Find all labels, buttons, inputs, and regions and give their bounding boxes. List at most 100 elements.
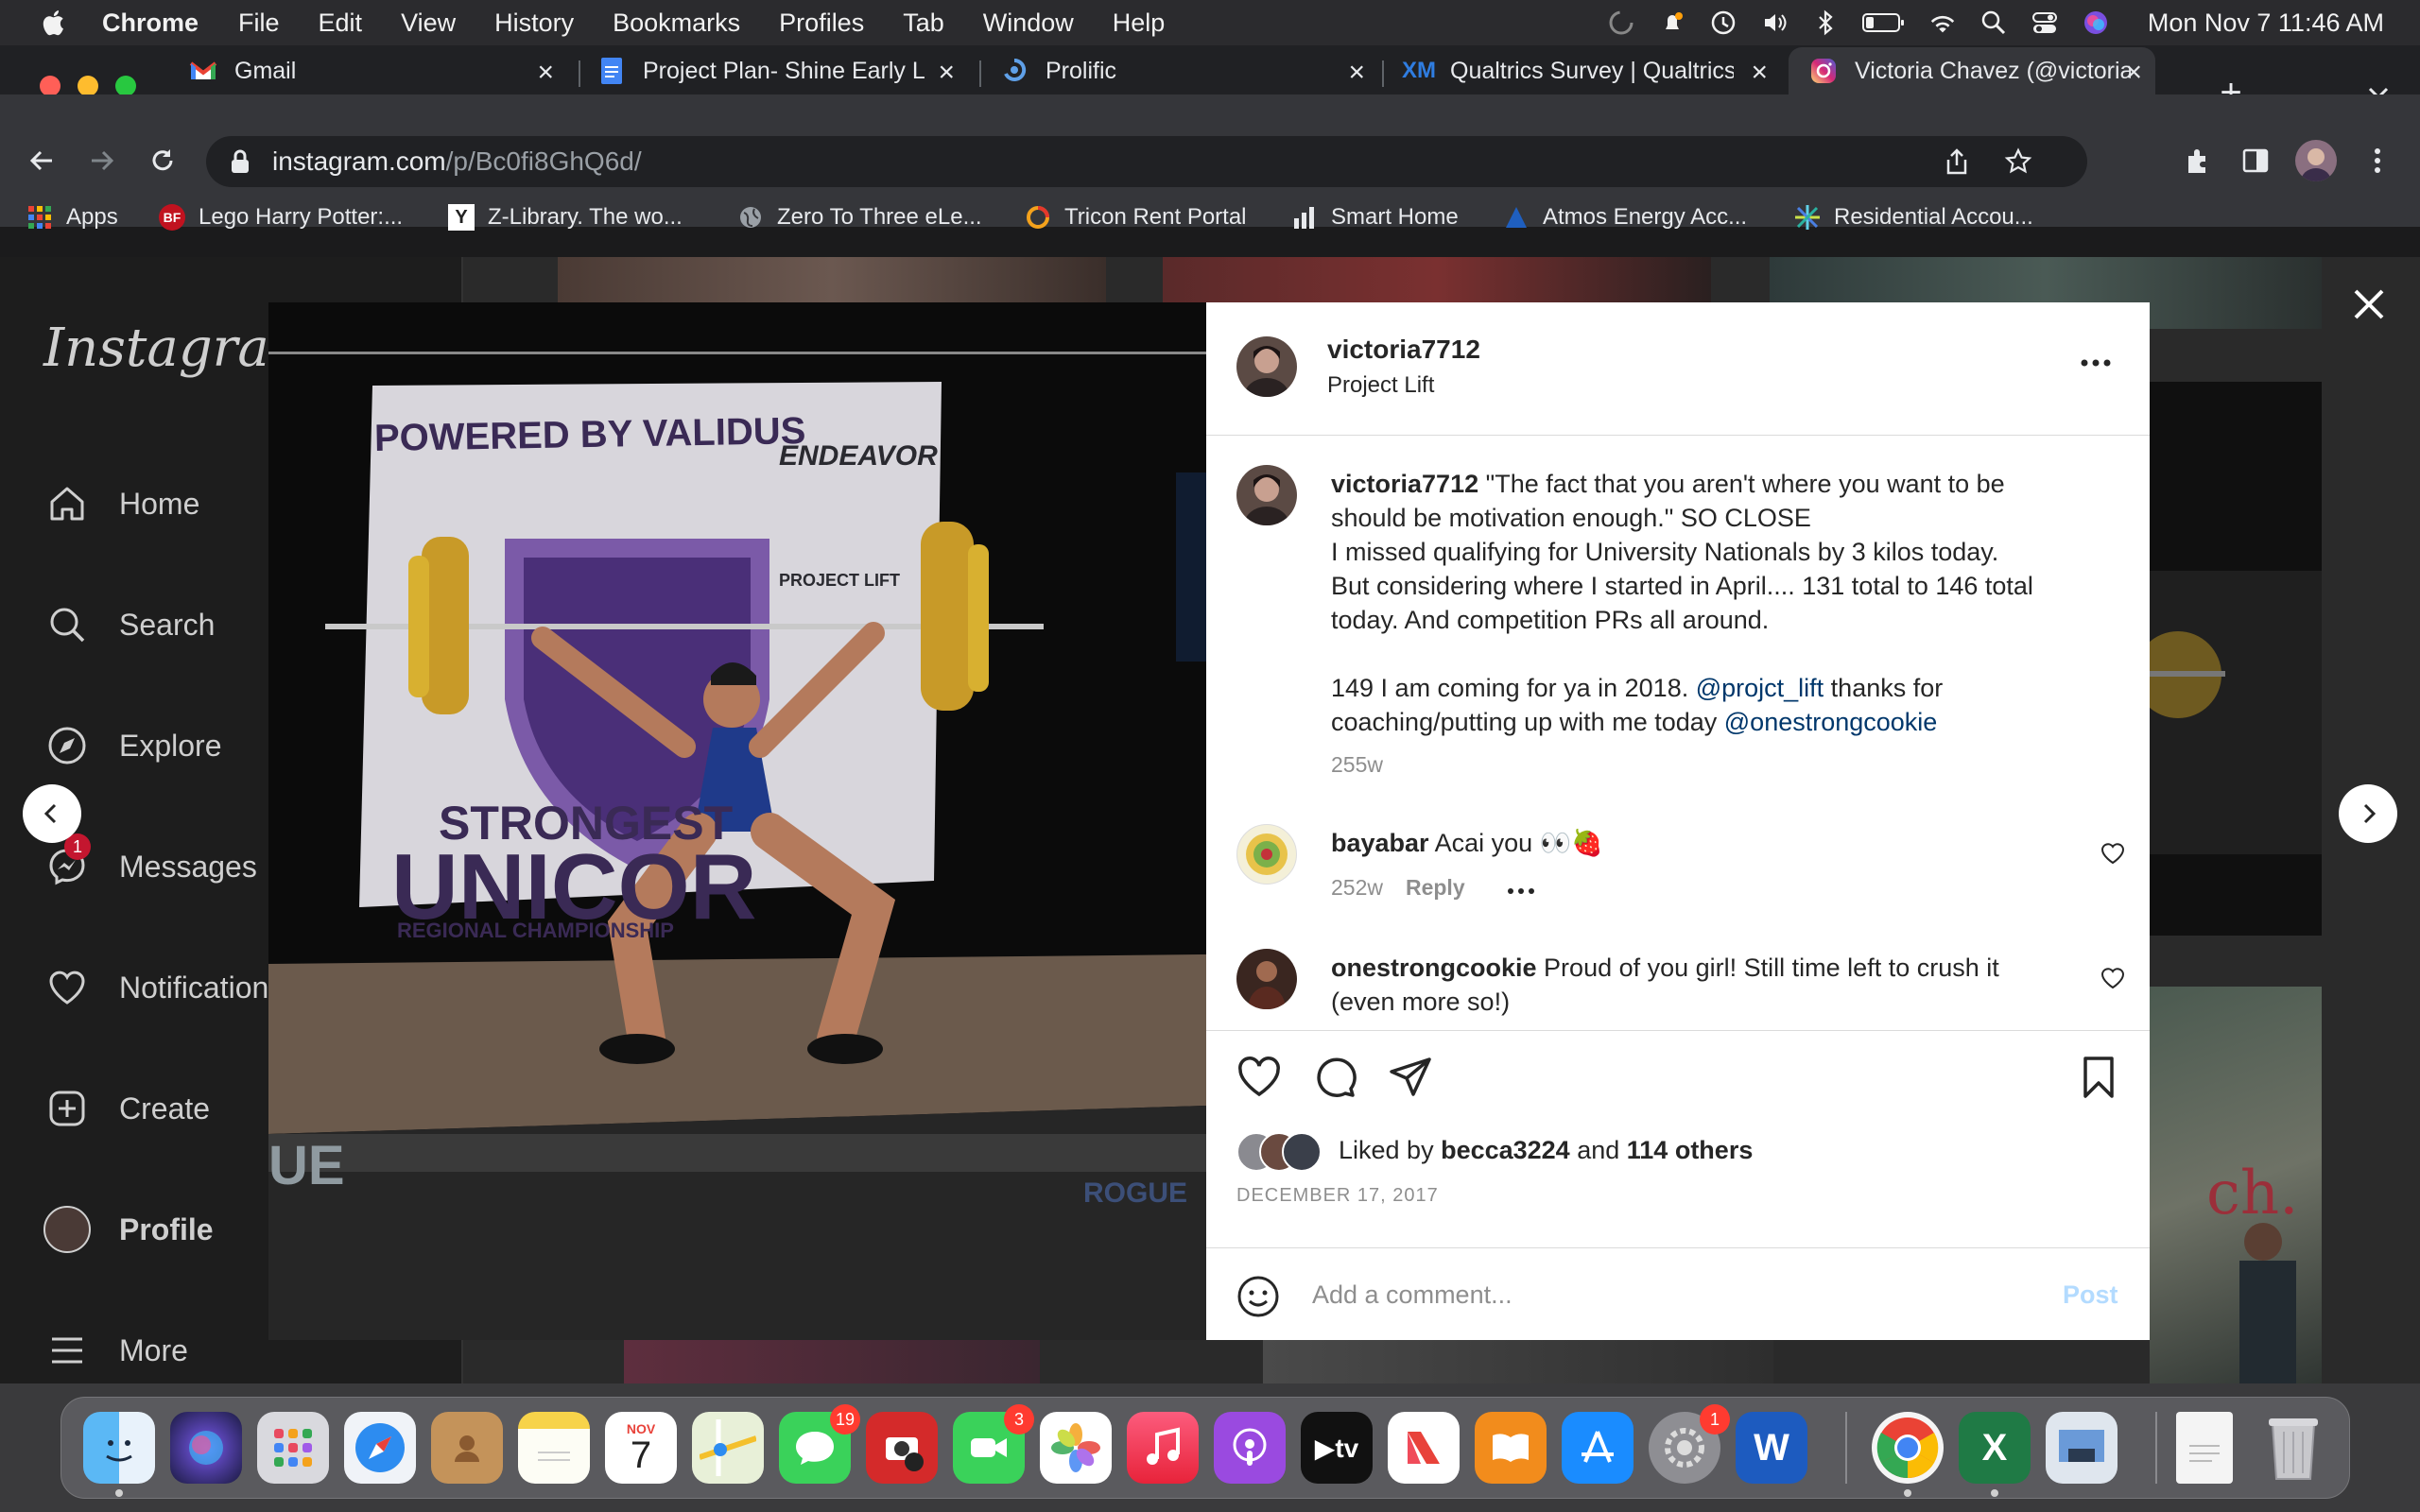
bookmark-star-icon[interactable] [2004,147,2032,176]
lock-icon[interactable] [229,148,251,175]
menu-file[interactable]: File [238,9,280,38]
menu-tab[interactable]: Tab [903,9,944,38]
bookmark-tricon[interactable]: Tricon Rent Portal [1025,204,1247,231]
nav-search[interactable]: Search [43,601,215,648]
comment-age[interactable]: 252w [1331,875,1383,901]
post-author-username[interactable]: victoria7712 [1327,335,1480,365]
menu-help[interactable]: Help [1113,9,1166,38]
comment-bubble-icon[interactable] [1312,1055,1357,1100]
tab-qualtrics[interactable]: XM Qualtrics Survey | Qualtrics × [1402,47,1781,94]
tab-close-icon[interactable]: × [537,57,554,89]
spotlight-icon[interactable] [1979,9,2008,37]
background-photo[interactable] [1263,1340,1773,1383]
post-location[interactable]: Project Lift [1327,372,1434,399]
reply-button[interactable]: Reply [1406,875,1465,901]
more-options-icon[interactable] [2080,355,2112,372]
background-photo[interactable] [624,1340,1040,1383]
commenter-avatar-bayabar[interactable] [1236,824,1297,885]
back-icon[interactable] [23,142,60,180]
comment-username[interactable]: onestrongcookie [1331,954,1537,982]
apple-tv-icon[interactable]: ▶tv [1301,1412,1373,1484]
post-comment-button[interactable]: Post [2063,1280,2118,1310]
control-center-icon[interactable] [2031,9,2059,37]
comment-options-icon[interactable] [1507,875,1535,901]
siri-icon[interactable] [2082,9,2110,37]
post-photo[interactable]: POWERED BY VALIDUS ENDEAVOR PROJECT LIFT… [268,302,1206,1340]
background-photo[interactable]: ch. [2150,987,2322,1383]
tab-instagram-active[interactable]: Victoria Chavez (@victoria × [1789,47,2155,94]
window-zoom-button[interactable] [115,76,136,96]
microsoft-excel-icon[interactable]: X [1959,1412,2031,1484]
nav-home[interactable]: Home [43,480,199,527]
extensions-icon[interactable] [2178,142,2216,180]
nav-explore[interactable]: Explore [43,722,222,769]
photos-icon[interactable] [1040,1412,1112,1484]
comment-input[interactable]: Add a comment... [1312,1280,1512,1310]
caption-author-avatar[interactable] [1236,465,1297,525]
nav-create[interactable]: Create [43,1085,210,1132]
safari-icon[interactable] [344,1412,416,1484]
tab-close-icon[interactable]: × [938,57,955,89]
next-post-button[interactable] [2339,784,2397,843]
chrome-dock-icon[interactable] [1872,1412,1944,1484]
bookmark-atmos-energy[interactable]: Atmos Energy Acc... [1503,204,1747,231]
trash-icon[interactable] [2257,1412,2329,1484]
menubar-clock[interactable]: Mon Nov 7 11:46 AM [2148,9,2384,38]
tab-prolific[interactable]: Prolific × [1000,47,1378,94]
background-photo[interactable] [2135,382,2322,936]
battery-icon[interactable] [1861,9,1906,37]
reload-icon[interactable] [144,142,182,180]
finder-icon[interactable] [83,1412,155,1484]
nav-notifications[interactable]: Notifications [43,964,284,1011]
launchpad-icon[interactable] [257,1412,329,1484]
app-store-icon[interactable] [1562,1412,1634,1484]
bluetooth-icon[interactable] [1811,9,1840,37]
bookmark-residential-account[interactable]: Residential Accou... [1794,204,2033,231]
bookmark-zlibrary[interactable]: Y Z-Library. The wo... [448,204,683,231]
contacts-icon[interactable] [431,1412,503,1484]
previous-post-button[interactable] [23,784,81,843]
menu-history[interactable]: History [494,9,574,38]
podcasts-icon[interactable] [1214,1412,1286,1484]
commenter-avatar-onestrongcookie[interactable] [1236,949,1297,1009]
caption-username[interactable]: victoria7712 [1331,470,1478,498]
preview-icon[interactable] [2046,1412,2118,1484]
side-panel-icon[interactable] [2237,142,2274,180]
like-comment-heart-icon[interactable] [2100,966,2125,990]
window-minimize-button[interactable] [78,76,98,96]
like-comment-heart-icon[interactable] [2100,841,2125,866]
wifi-icon[interactable] [1928,9,1957,37]
background-photo[interactable] [1163,257,1711,302]
address-bar[interactable]: instagram.com/p/Bc0fi8GhQ6d/ [206,136,2087,187]
calendar-icon[interactable]: NOV 7 [605,1412,677,1484]
like-heart-icon[interactable] [1236,1055,1282,1100]
notification-status-icon[interactable] [1658,9,1686,37]
window-close-button[interactable] [40,76,60,96]
share-icon[interactable] [1944,147,1970,176]
tab-close-icon[interactable]: × [1348,57,1365,89]
bookmark-apps[interactable]: Apps [26,204,118,231]
likes-others-link[interactable]: 114 others [1627,1136,1754,1164]
mention-link-onestrongcookie[interactable]: @onestrongcookie [1724,708,1938,736]
nav-profile[interactable]: Profile [43,1206,214,1253]
bookmark-lego-harry-potter[interactable]: BF Lego Harry Potter:... [159,204,403,231]
chrome-profile-avatar[interactable] [2295,140,2337,181]
menu-window[interactable]: Window [983,9,1074,38]
notes-icon[interactable] [518,1412,590,1484]
microsoft-word-icon[interactable]: W [1736,1412,1807,1484]
emoji-icon[interactable] [1236,1275,1280,1318]
likes-username[interactable]: becca3224 [1441,1136,1570,1164]
volume-icon[interactable] [1760,9,1789,37]
nav-messages[interactable]: 1 Messages [43,833,257,890]
books-icon[interactable] [1475,1412,1547,1484]
menu-view[interactable]: View [401,9,456,38]
nav-more[interactable]: More [43,1327,188,1374]
comment-username[interactable]: bayabar [1331,829,1429,857]
pdf-document-icon[interactable] [2176,1412,2233,1484]
menu-edit[interactable]: Edit [319,9,363,38]
menu-profiles[interactable]: Profiles [779,9,864,38]
music-icon[interactable] [1127,1412,1199,1484]
background-photo[interactable] [558,257,1106,302]
news-icon[interactable] [1388,1412,1460,1484]
menu-app-name[interactable]: Chrome [102,9,199,38]
